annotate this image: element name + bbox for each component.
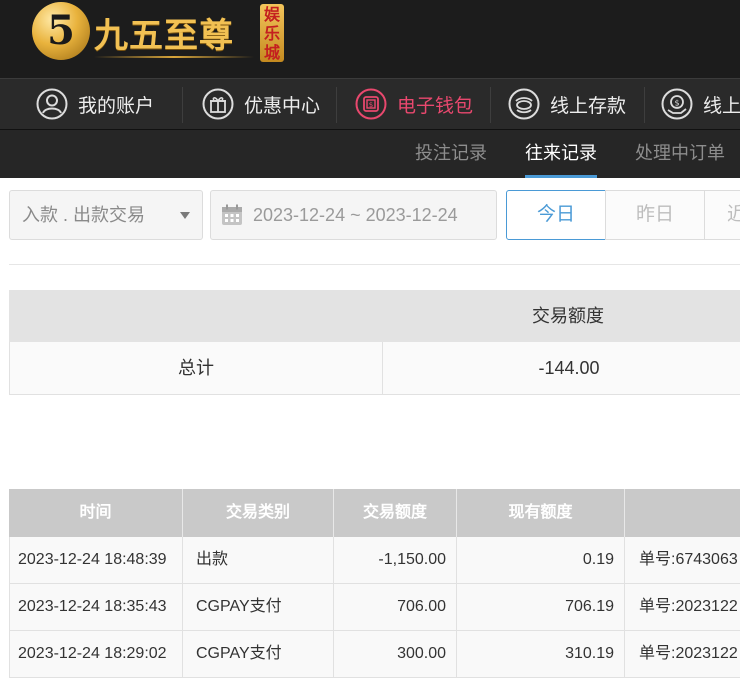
- recent-button[interactable]: 近: [704, 190, 740, 240]
- deposit-icon: [508, 88, 540, 120]
- nav-label: 线上存款: [550, 95, 627, 117]
- select-value: 入款 . 出款交易: [22, 205, 146, 225]
- nav-my-account[interactable]: 我的账户: [36, 79, 154, 129]
- col-amount: 交易额度: [334, 489, 457, 537]
- cell-type: 出款: [183, 537, 334, 583]
- logo-ornament: [94, 56, 254, 58]
- cell-amount: 300.00: [334, 631, 457, 677]
- nav-label: 线上: [703, 95, 740, 117]
- nav-e-wallet[interactable]: $ 电子钱包: [355, 79, 473, 129]
- caret-down-icon: [180, 212, 190, 219]
- nav-divider: [490, 87, 491, 123]
- summary-header: 交易额度: [9, 290, 740, 342]
- cell-note: 单号:2023122: [639, 598, 738, 615]
- gift-icon: [202, 88, 234, 120]
- nav-online-deposit[interactable]: 线上存款: [508, 79, 626, 129]
- section-divider: [9, 264, 740, 265]
- nav-online-withdraw[interactable]: $ 线上: [661, 79, 740, 129]
- withdraw-icon: $: [661, 88, 693, 120]
- transaction-type-select[interactable]: 入款 . 出款交易: [9, 190, 203, 240]
- table-row[interactable]: 2023-12-24 18:48:39 出款 -1,150.00 0.19 单号…: [9, 537, 740, 584]
- summary-label: 总计: [10, 342, 383, 394]
- col-type: 交易类别: [183, 489, 334, 537]
- table-row[interactable]: 2023-12-24 18:35:43 CGPAY支付 706.00 706.1…: [9, 584, 740, 631]
- tab-transaction-records[interactable]: 往来记录: [525, 130, 597, 178]
- col-note: [625, 489, 740, 537]
- nav-label: 我的账户: [78, 95, 155, 117]
- nav-divider: [336, 87, 337, 123]
- cell-amount: 706.00: [334, 584, 457, 630]
- user-icon: [36, 88, 68, 120]
- cell-balance: 0.19: [457, 537, 625, 583]
- cell-balance: 706.19: [457, 584, 625, 630]
- date-range-value: 2023-12-24 ~ 2023-12-24: [253, 205, 458, 225]
- summary-header-amount: 交易额度: [532, 306, 604, 326]
- brand-name: 九五至尊: [94, 16, 234, 56]
- summary-row: 总计 -144.00: [9, 342, 740, 395]
- nav-label: 优惠中心: [244, 95, 321, 117]
- summary-value: -144.00: [538, 358, 600, 378]
- main-nav: 我的账户 优惠中心 $ 电子钱包 线上存款 $ 线上: [0, 78, 740, 130]
- tab-pending-orders[interactable]: 处理中订单: [635, 130, 725, 178]
- svg-text:$: $: [674, 99, 679, 108]
- yesterday-button[interactable]: 昨日: [605, 190, 705, 240]
- cell-time: 2023-12-24 18:35:43: [10, 584, 183, 630]
- cell-note: 单号:6743063: [639, 551, 738, 568]
- nav-divider: [182, 87, 183, 123]
- date-range-input[interactable]: 2023-12-24 ~ 2023-12-24: [210, 190, 497, 240]
- calendar-icon: [222, 204, 242, 225]
- tab-bet-records[interactable]: 投注记录: [415, 130, 487, 178]
- nav-promotions[interactable]: 优惠中心: [202, 79, 320, 129]
- records-header: 时间 交易类别 交易额度 现有额度: [9, 489, 740, 537]
- cell-type: CGPAY支付: [183, 631, 334, 677]
- cell-amount: -1,150.00: [334, 537, 457, 583]
- cell-type: CGPAY支付: [183, 584, 334, 630]
- sub-nav: 投注记录 往来记录 处理中订单: [0, 130, 740, 178]
- cell-time: 2023-12-24 18:29:02: [10, 631, 183, 677]
- cell-note: 单号:2023122: [639, 645, 738, 662]
- nav-label: 电子钱包: [397, 95, 474, 117]
- today-button[interactable]: 今日: [506, 190, 606, 240]
- cell-balance: 310.19: [457, 631, 625, 677]
- logo-emblem: 5: [32, 2, 90, 60]
- brand-badge: 娱乐城: [260, 4, 284, 62]
- svg-text:$: $: [369, 101, 373, 109]
- col-time: 时间: [9, 489, 183, 537]
- brand-logo[interactable]: 5 九五至尊 娱乐城: [32, 2, 292, 68]
- table-row[interactable]: 2023-12-24 18:29:02 CGPAY支付 300.00 310.1…: [9, 631, 740, 678]
- col-balance: 现有额度: [457, 489, 625, 537]
- nav-divider: [644, 87, 645, 123]
- site-header: 5 九五至尊 娱乐城: [0, 0, 740, 78]
- wallet-icon: $: [355, 88, 387, 120]
- cell-time: 2023-12-24 18:48:39: [10, 537, 183, 583]
